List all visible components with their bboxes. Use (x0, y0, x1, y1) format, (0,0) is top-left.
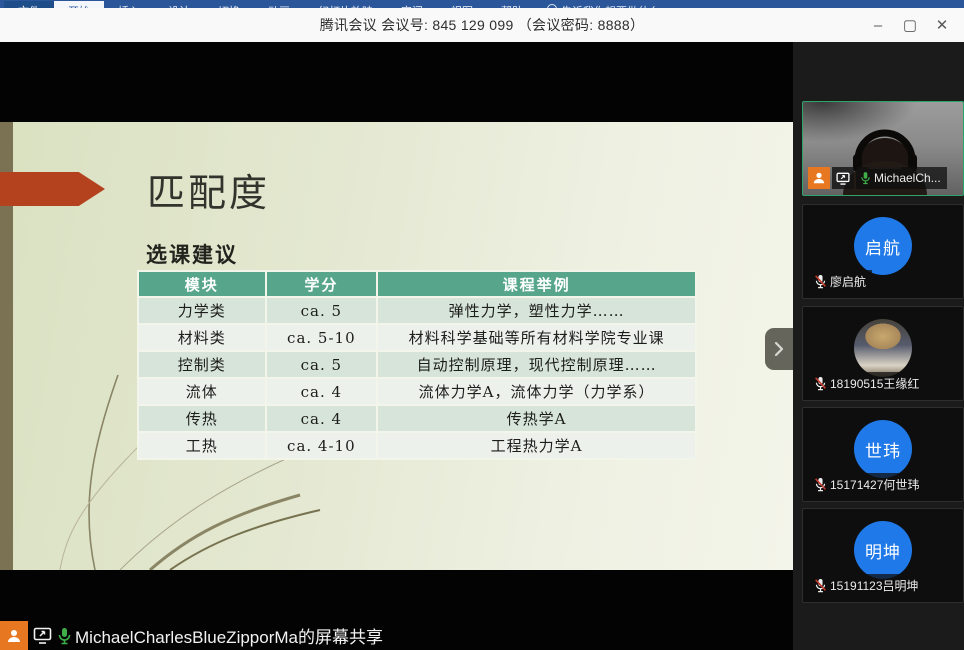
minimize-button[interactable]: – (862, 8, 894, 42)
table-header-row: 模块 学分 课程举例 (139, 272, 695, 296)
table-row: 材料类 ca. 5-10 材料科学基础等所有材料学院专业课 (139, 325, 695, 350)
meeting-window: 文件 开始 插入 设计 切换 动画 幻灯片放映 审阅 视图 帮助 告诉我你想要做… (0, 0, 964, 650)
slide-subtitle: 选课建议 (146, 239, 238, 269)
participant-tile-video[interactable]: MichaelCh... (802, 101, 964, 196)
participant-name: 廖启航 (830, 273, 866, 290)
participant-tile[interactable]: 启航 廖启航 (802, 204, 964, 299)
microphone-muted-icon (814, 477, 827, 492)
participants-sidebar: MichaelCh... 启航 廖启航 (793, 42, 964, 650)
avatar: 启航 (854, 217, 912, 275)
slide-title: 匹配度 (147, 162, 270, 217)
table-row: 力学类 ca. 5 弹性力学，塑性力学…… (139, 298, 695, 323)
col-header-credits: 学分 (267, 272, 377, 296)
participant-tile[interactable]: 18190515王缘红 (802, 306, 964, 401)
sharer-person-icon (0, 621, 28, 650)
screen-share-label: MichaelCharlesBlueZipporMa的屏幕共享 (75, 623, 383, 648)
course-recommendation-table: 模块 学分 课程举例 力学类 ca. 5 弹性力学，塑性力学…… 材料类 ca.… (137, 270, 697, 460)
sidebar-collapse-handle[interactable] (765, 328, 793, 370)
presentation-slide: 匹配度 选课建议 模块 学分 课程举例 力学类 ca. 5 弹性力学，塑性力学…… (0, 122, 793, 570)
screen-share-status: MichaelCharlesBlueZipporMa的屏幕共享 (0, 621, 383, 650)
microphone-muted-icon (814, 578, 827, 593)
avatar: 明坤 (854, 521, 912, 579)
microphone-muted-icon (814, 376, 827, 391)
meeting-titlebar: 腾讯会议 会议号: 845 129 099 （会议密码: 8888） – ▢ ✕ (0, 8, 964, 43)
host-person-icon (808, 167, 830, 189)
table-row: 传热 ca. 4 传热学A (139, 406, 695, 431)
col-header-module: 模块 (139, 272, 265, 296)
avatar: 世玮 (854, 420, 912, 478)
microphone-on-icon (860, 171, 871, 185)
participant-name: 15171427何世玮 (830, 476, 919, 493)
participant-name: 15191123吕明坤 (830, 577, 919, 594)
meeting-title: 腾讯会议 会议号: 845 129 099 （会议密码: 8888） (0, 15, 964, 35)
table-row: 流体 ca. 4 流体力学A，流体力学（力学系） (139, 379, 695, 404)
microphone-on-icon (57, 627, 72, 645)
participant-tile[interactable]: 世玮 15171427何世玮 (802, 407, 964, 502)
table-row: 工热 ca. 4-10 工程热力学A (139, 433, 695, 458)
participant-name: 18190515王缘红 (830, 375, 919, 392)
maximize-button[interactable]: ▢ (894, 8, 926, 42)
participant-name: MichaelCh... (874, 171, 941, 185)
sharing-indicator-icon (832, 167, 854, 189)
screen-share-icon (33, 627, 52, 644)
red-arrow-shape (0, 172, 105, 206)
shared-screen-area: 匹配度 选课建议 模块 学分 课程举例 力学类 ca. 5 弹性力学，塑性力学…… (0, 42, 793, 650)
table-row: 控制类 ca. 5 自动控制原理，现代控制原理…… (139, 352, 695, 377)
close-button[interactable]: ✕ (926, 8, 958, 42)
participant-tile[interactable]: 明坤 15191123吕明坤 (802, 508, 964, 603)
avatar-image (854, 319, 912, 377)
chevron-right-icon (774, 341, 784, 357)
microphone-muted-icon (814, 274, 827, 289)
col-header-examples: 课程举例 (378, 272, 695, 296)
